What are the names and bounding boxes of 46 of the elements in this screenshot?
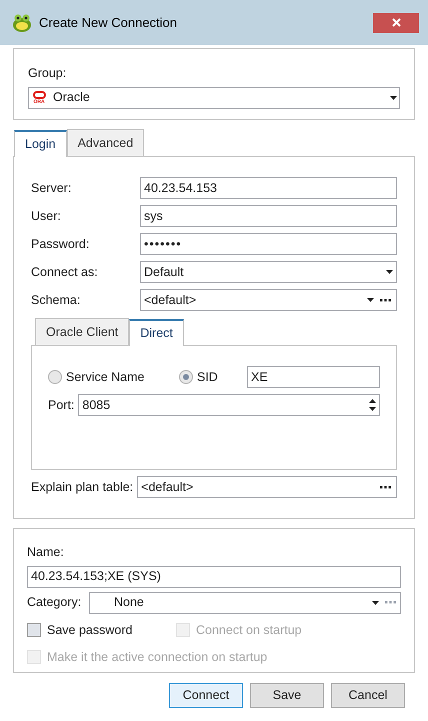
field-label: Password: [31, 236, 90, 253]
checkbox-label: Connect on startup [196, 622, 302, 639]
close-icon [392, 18, 400, 27]
dialog-button[interactable]: Save [250, 683, 324, 708]
ellipsis-icon[interactable] [380, 298, 391, 302]
frog-icon [11, 12, 33, 34]
field-label: Server: [31, 180, 72, 197]
close-button[interactable] [373, 12, 419, 32]
caret-icon [367, 298, 374, 302]
explain-plan-field[interactable]: <default> [137, 476, 397, 498]
tab[interactable]: Oracle Client [35, 318, 130, 345]
radio-label: Service Name [66, 368, 144, 386]
input-field[interactable]: sys [140, 205, 397, 227]
field-label: Connect as: [31, 264, 99, 281]
radio-label: SID [197, 368, 218, 386]
group-label: Group: [28, 65, 68, 82]
window-title: Create New Connection [39, 14, 178, 32]
tab[interactable]: Direct [129, 319, 184, 346]
caret-icon [372, 600, 379, 605]
checkbox-label: Make it the active connection on startup [47, 648, 268, 666]
ellipsis-icon[interactable] [380, 486, 391, 488]
category-label: Category: [27, 594, 82, 612]
checkbox-label: Save password [47, 622, 132, 639]
port-spinner[interactable]: 8085 [78, 394, 380, 416]
checkbox[interactable] [27, 623, 41, 638]
caret-icon [386, 270, 393, 274]
radio-button[interactable] [48, 370, 62, 384]
dialog-button[interactable]: Cancel [331, 683, 405, 708]
input-field[interactable]: 40.23.54.153 [140, 177, 397, 199]
password-field[interactable]: ••••••• [140, 233, 397, 255]
sid-field[interactable]: XE [247, 366, 380, 388]
field-label: Schema: [31, 292, 82, 309]
dialog-button[interactable]: Connect [169, 683, 243, 708]
dropdown-field[interactable]: Default [140, 261, 397, 283]
spinner-arrows-icon [369, 398, 376, 412]
field-label: Explain plan table: [31, 478, 134, 496]
caret-icon [390, 96, 397, 100]
category-dropdown[interactable]: None [89, 592, 401, 614]
tab[interactable]: Advanced [66, 129, 144, 156]
name-field[interactable]: 40.23.54.153;XE (SYS) [27, 566, 401, 588]
port-label: Port: [48, 396, 74, 414]
field-label: User: [31, 208, 62, 225]
dropdown-field[interactable]: <default> [140, 289, 397, 311]
name-label: Name: [27, 544, 65, 561]
tab[interactable]: Login [14, 130, 67, 157]
radio-button[interactable] [179, 370, 193, 384]
